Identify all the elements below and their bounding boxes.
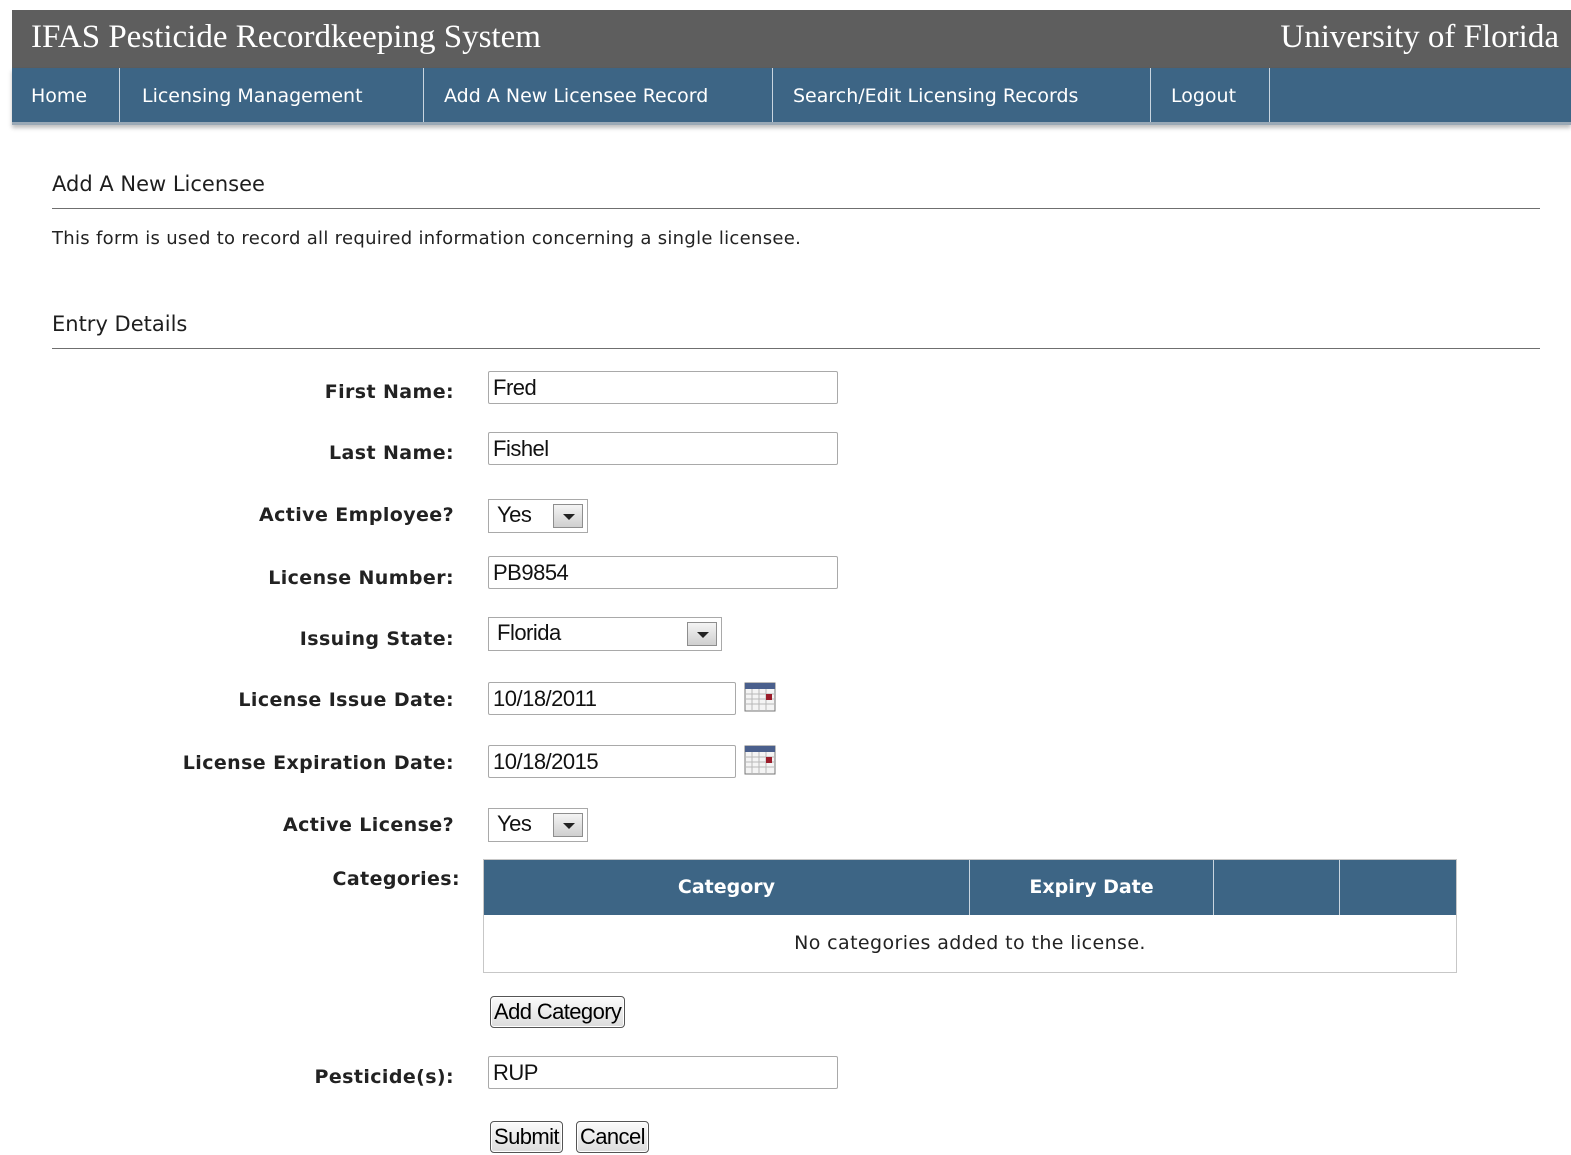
nav-logout[interactable]: Logout — [1171, 68, 1236, 122]
active-license-label: Active License? — [283, 814, 454, 836]
main-nav: Home Licensing Management Add A New Lice… — [12, 68, 1571, 125]
categories-table: Category Expiry Date No categories added… — [483, 859, 1457, 973]
nav-search-edit[interactable]: Search/Edit Licensing Records — [793, 68, 1078, 122]
page-intro: This form is used to record all required… — [52, 228, 802, 249]
nav-divider — [1269, 68, 1270, 122]
issue-date-label: License Issue Date: — [238, 689, 454, 711]
nav-licensing-management[interactable]: Licensing Management — [142, 68, 363, 122]
issuing-state-label: Issuing State: — [299, 628, 454, 650]
column-header-blank — [1214, 860, 1340, 915]
section-title: Entry Details — [52, 312, 188, 336]
chevron-down-icon[interactable] — [553, 504, 583, 528]
nav-add-licensee[interactable]: Add A New Licensee Record — [444, 68, 708, 122]
issuing-state-value: Florida — [497, 620, 561, 645]
license-number-field[interactable] — [488, 556, 838, 589]
nav-divider — [423, 68, 424, 122]
pesticides-field[interactable] — [488, 1056, 838, 1089]
add-category-button[interactable]: Add Category — [490, 996, 626, 1028]
categories-empty-message: No categories added to the license. — [794, 932, 1146, 954]
page-title: Add A New Licensee — [52, 172, 265, 196]
nav-divider — [119, 68, 120, 122]
app-title: IFAS Pesticide Recordkeeping System — [31, 19, 541, 55]
column-header-category: Category — [484, 860, 970, 915]
column-header-expiry-date: Expiry Date — [970, 860, 1214, 915]
active-employee-label: Active Employee? — [259, 504, 454, 526]
title-bar: IFAS Pesticide Recordkeeping System Univ… — [12, 10, 1571, 68]
expiration-date-label: License Expiration Date: — [182, 752, 454, 774]
first-name-label: First Name: — [324, 381, 454, 403]
active-employee-select[interactable]: Yes — [488, 499, 588, 533]
calendar-icon[interactable] — [744, 745, 776, 775]
nav-divider — [1150, 68, 1151, 122]
categories-label: Categories: — [332, 868, 460, 890]
title-divider — [52, 208, 1540, 209]
column-header-blank — [1340, 860, 1456, 915]
issue-date-field[interactable] — [488, 682, 736, 715]
chevron-down-icon[interactable] — [687, 622, 717, 646]
nav-home[interactable]: Home — [31, 68, 87, 122]
cancel-button[interactable]: Cancel — [576, 1121, 649, 1153]
last-name-label: Last Name: — [329, 442, 454, 464]
submit-button[interactable]: Submit — [490, 1121, 563, 1153]
active-license-select[interactable]: Yes — [488, 808, 588, 842]
chevron-down-icon[interactable] — [553, 813, 583, 837]
nav-divider — [772, 68, 773, 122]
last-name-field[interactable] — [488, 432, 838, 465]
expiration-date-field[interactable] — [488, 745, 736, 778]
active-license-value: Yes — [497, 811, 532, 836]
issuing-state-select[interactable]: Florida — [488, 617, 722, 651]
calendar-icon[interactable] — [744, 682, 776, 712]
pesticides-label: Pesticide(s): — [314, 1066, 454, 1088]
categories-table-header: Category Expiry Date — [484, 860, 1456, 915]
org-title: University of Florida — [1280, 19, 1559, 55]
active-employee-value: Yes — [497, 502, 532, 527]
section-divider — [52, 348, 1540, 349]
first-name-field[interactable] — [488, 371, 838, 404]
license-number-label: License Number: — [268, 567, 454, 589]
